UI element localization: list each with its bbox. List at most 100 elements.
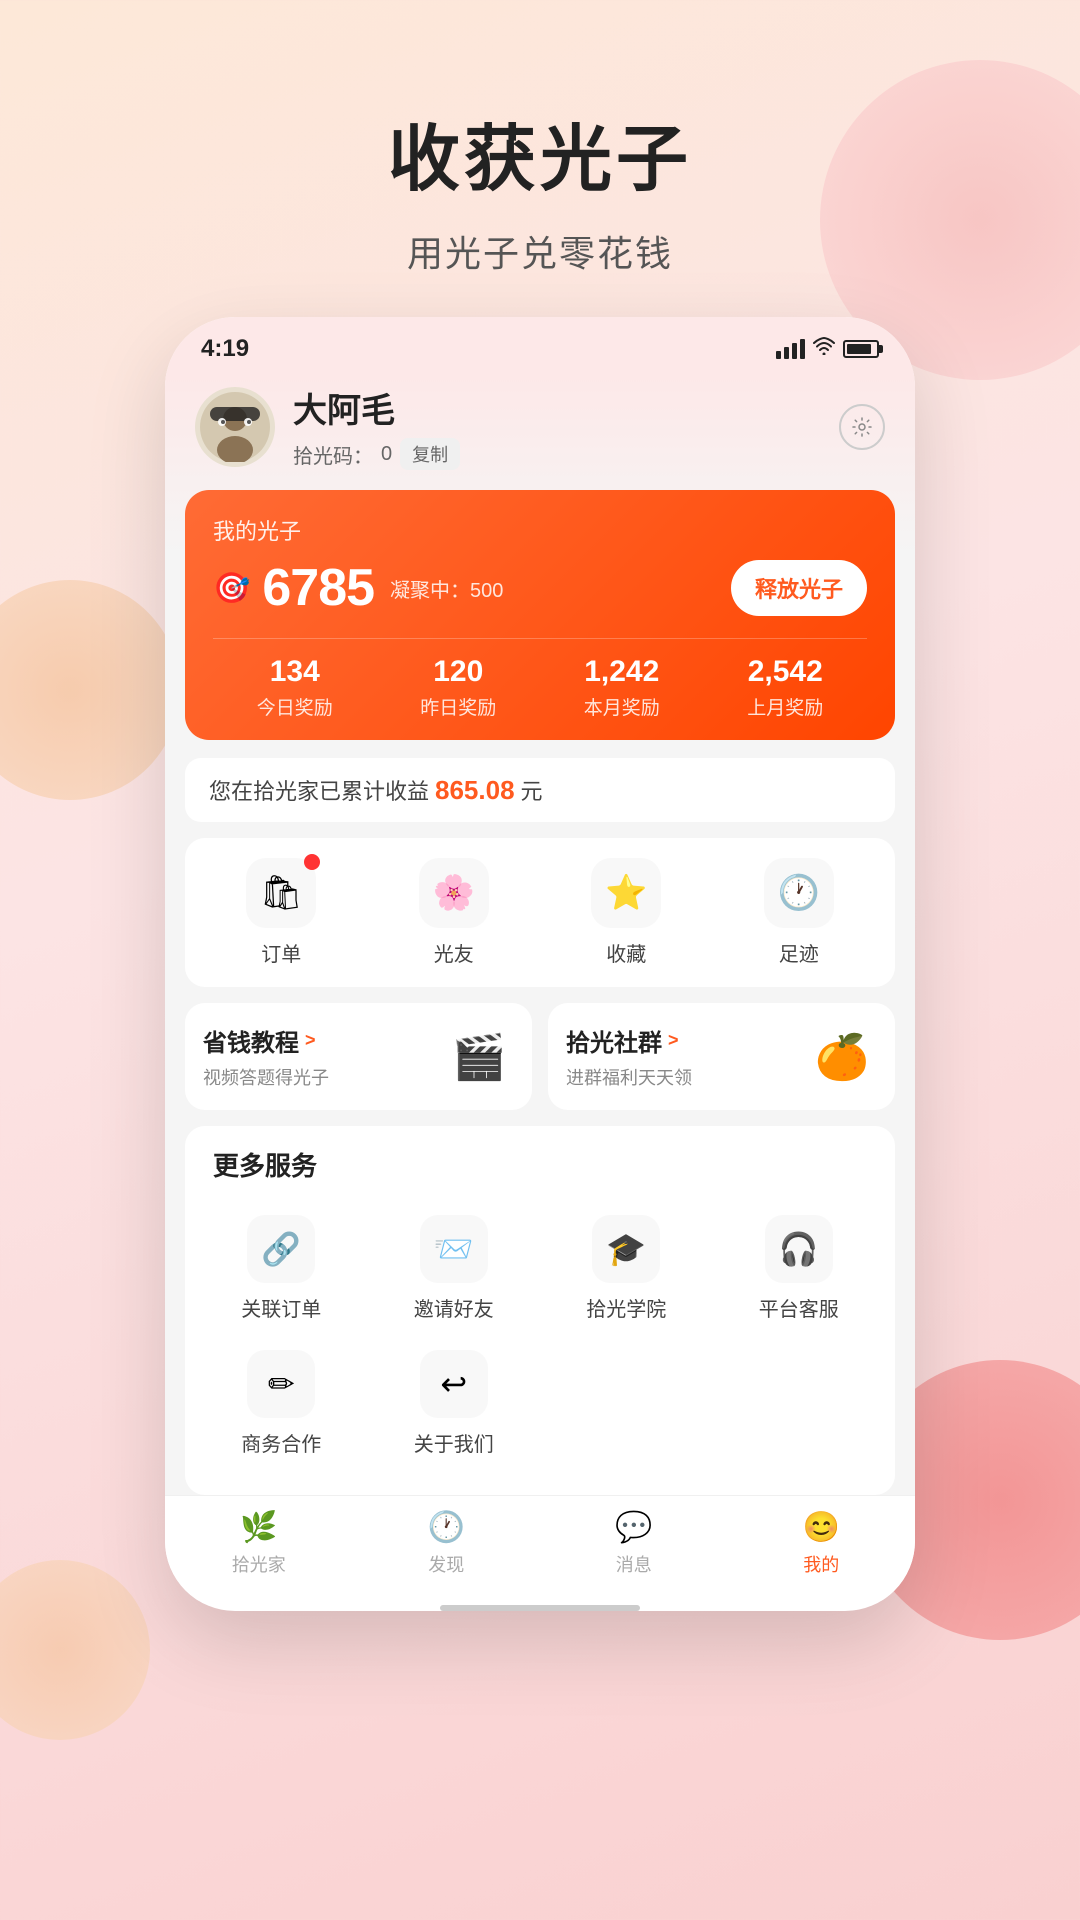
action-icon: 🕐 [778,873,820,913]
service-icon: ↩ [440,1365,467,1403]
guangzi-card: 我的光子 🎯 6785 凝聚中：500 释放光子 134 今日奖励 120 昨日… [185,490,895,740]
bottom-nav: 🌿 拾光家 🕐 发现 💬 消息 😊 我的 [165,1495,915,1601]
service-item-about-us[interactable]: ↩ 关于我们 [368,1336,541,1471]
avatar[interactable] [195,387,275,467]
nav-label: 消息 [616,1551,652,1577]
service-icon: ✏ [268,1365,295,1403]
promo-row: 省钱教程> 视频答题得光子 🎬 拾光社群> 进群福利天天领 🍊 [185,1003,895,1110]
service-item-academy[interactable]: 🎓 拾光学院 [540,1201,713,1336]
stat-number: 134 [257,655,333,689]
nav-icon: 🕐 [428,1510,465,1545]
service-icon-wrap: ✏ [247,1350,315,1418]
home-indicator [440,1605,640,1611]
promo-icon: 🎬 [444,1027,514,1087]
release-button[interactable]: 释放光子 [731,560,867,616]
earnings-prefix: 您在拾光家已累计收益 [209,774,429,806]
page-title-area: 收获光子 用光子兑零花钱 [0,0,1080,277]
action-label: 足迹 [779,938,819,967]
service-icon-wrap: 🎧 [765,1215,833,1283]
more-services: 更多服务 🔗 关联订单 📨 邀请好友 🎓 拾光学院 🎧 平台客服 ✏ 商务合作 … [185,1126,895,1495]
service-item-invite-friends[interactable]: 📨 邀请好友 [368,1201,541,1336]
nav-icon: 😊 [803,1510,840,1545]
promo-text-area: 拾光社群> 进群福利天天领 [566,1023,807,1090]
service-item-linked-orders[interactable]: 🔗 关联订单 [195,1201,368,1336]
service-label: 商务合作 [241,1428,321,1457]
service-icon-wrap: 📨 [420,1215,488,1283]
service-label: 关于我们 [414,1428,494,1457]
settings-icon[interactable] [839,404,885,450]
stat-label: 昨日奖励 [420,693,496,720]
user-profile: 大阿毛 拾光码： 0 复制 [165,373,915,490]
stat-item: 1,242 本月奖励 [584,655,660,720]
promo-subtitle: 视频答题得光子 [203,1064,444,1090]
stat-item: 134 今日奖励 [257,655,333,720]
service-item-customer-service[interactable]: 🎧 平台客服 [713,1201,886,1336]
earnings-row: 您在拾光家已累计收益 865.08 元 [185,758,895,822]
action-item-history[interactable]: 🕐 足迹 [764,858,834,967]
promo-title: 省钱教程> [203,1023,444,1058]
promo-arrow: > [668,1030,679,1051]
nav-item-messages[interactable]: 💬 消息 [584,1510,684,1577]
nav-icon: 🌿 [240,1510,277,1545]
services-title: 更多服务 [195,1146,885,1183]
service-item-biz-coop[interactable]: ✏ 商务合作 [195,1336,368,1471]
action-item-favorites[interactable]: ⭐ 收藏 [591,858,661,967]
card-title: 我的光子 [213,514,867,546]
action-icon: ⭐ [605,873,647,913]
action-item-friends[interactable]: 🌸 光友 [419,858,489,967]
quick-actions: 🛍 订单 🌸 光友 ⭐ 收藏 🕐 足迹 [185,838,895,987]
points-icon: 🎯 [213,571,250,606]
card-stats: 134 今日奖励 120 昨日奖励 1,242 本月奖励 2,542 上月奖励 [213,638,867,720]
action-icon-wrap: 🕐 [764,858,834,928]
promo-arrow: > [305,1030,316,1051]
page-main-title: 收获光子 [0,100,1080,205]
service-label: 拾光学院 [586,1293,666,1322]
nav-item-mine[interactable]: 😊 我的 [771,1510,871,1577]
action-label: 订单 [261,938,301,967]
phone-mockup: 4:19 [165,317,915,1611]
user-info: 大阿毛 拾光码： 0 复制 [293,383,460,470]
status-bar: 4:19 [165,317,915,373]
stat-number: 120 [420,655,496,689]
action-icon: 🛍 [260,873,303,913]
nav-item-discover[interactable]: 🕐 发现 [396,1510,496,1577]
action-item-orders[interactable]: 🛍 订单 [246,858,316,967]
promo-card-community[interactable]: 拾光社群> 进群福利天天领 🍊 [548,1003,895,1110]
user-name: 大阿毛 [293,383,460,432]
service-label: 平台客服 [759,1293,839,1322]
service-icon: 📨 [434,1230,474,1268]
stat-label: 本月奖励 [584,693,660,720]
stat-item: 120 昨日奖励 [420,655,496,720]
nav-item-home[interactable]: 🌿 拾光家 [209,1510,309,1577]
earnings-amount: 865.08 [435,775,515,806]
promo-icon: 🍊 [807,1027,877,1087]
page-subtitle: 用光子兑零花钱 [0,225,1080,277]
nav-icon: 💬 [615,1510,652,1545]
user-left: 大阿毛 拾光码： 0 复制 [195,383,460,470]
pickup-code-label: 拾光码： [293,440,373,469]
stat-number: 2,542 [747,655,823,689]
promo-subtitle: 进群福利天天领 [566,1064,807,1090]
action-icon-wrap: ⭐ [591,858,661,928]
background-blob-left [0,580,180,800]
card-points-area: 🎯 6785 凝聚中：500 [213,558,503,618]
service-icon: 🔗 [261,1230,301,1268]
pending-label: 凝聚中：500 [390,574,503,603]
stat-number: 1,242 [584,655,660,689]
promo-card-tutorial[interactable]: 省钱教程> 视频答题得光子 🎬 [185,1003,532,1110]
service-icon-wrap: 🔗 [247,1215,315,1283]
services-grid: 🔗 关联订单 📨 邀请好友 🎓 拾光学院 🎧 平台客服 ✏ 商务合作 ↩ 关于我… [195,1201,885,1471]
nav-label: 我的 [803,1551,839,1577]
status-time: 4:19 [201,335,249,363]
status-icons [776,337,879,361]
copy-button[interactable]: 复制 [400,438,460,470]
battery-icon [843,340,879,358]
action-icon: 🌸 [433,873,475,913]
card-main-row: 🎯 6785 凝聚中：500 释放光子 [213,558,867,618]
promo-text-area: 省钱教程> 视频答题得光子 [203,1023,444,1090]
action-icon-wrap: 🛍 [246,858,316,928]
service-icon: 🎧 [779,1230,819,1268]
points-number: 6785 [262,558,374,618]
action-label: 收藏 [606,938,646,967]
service-icon-wrap: ↩ [420,1350,488,1418]
